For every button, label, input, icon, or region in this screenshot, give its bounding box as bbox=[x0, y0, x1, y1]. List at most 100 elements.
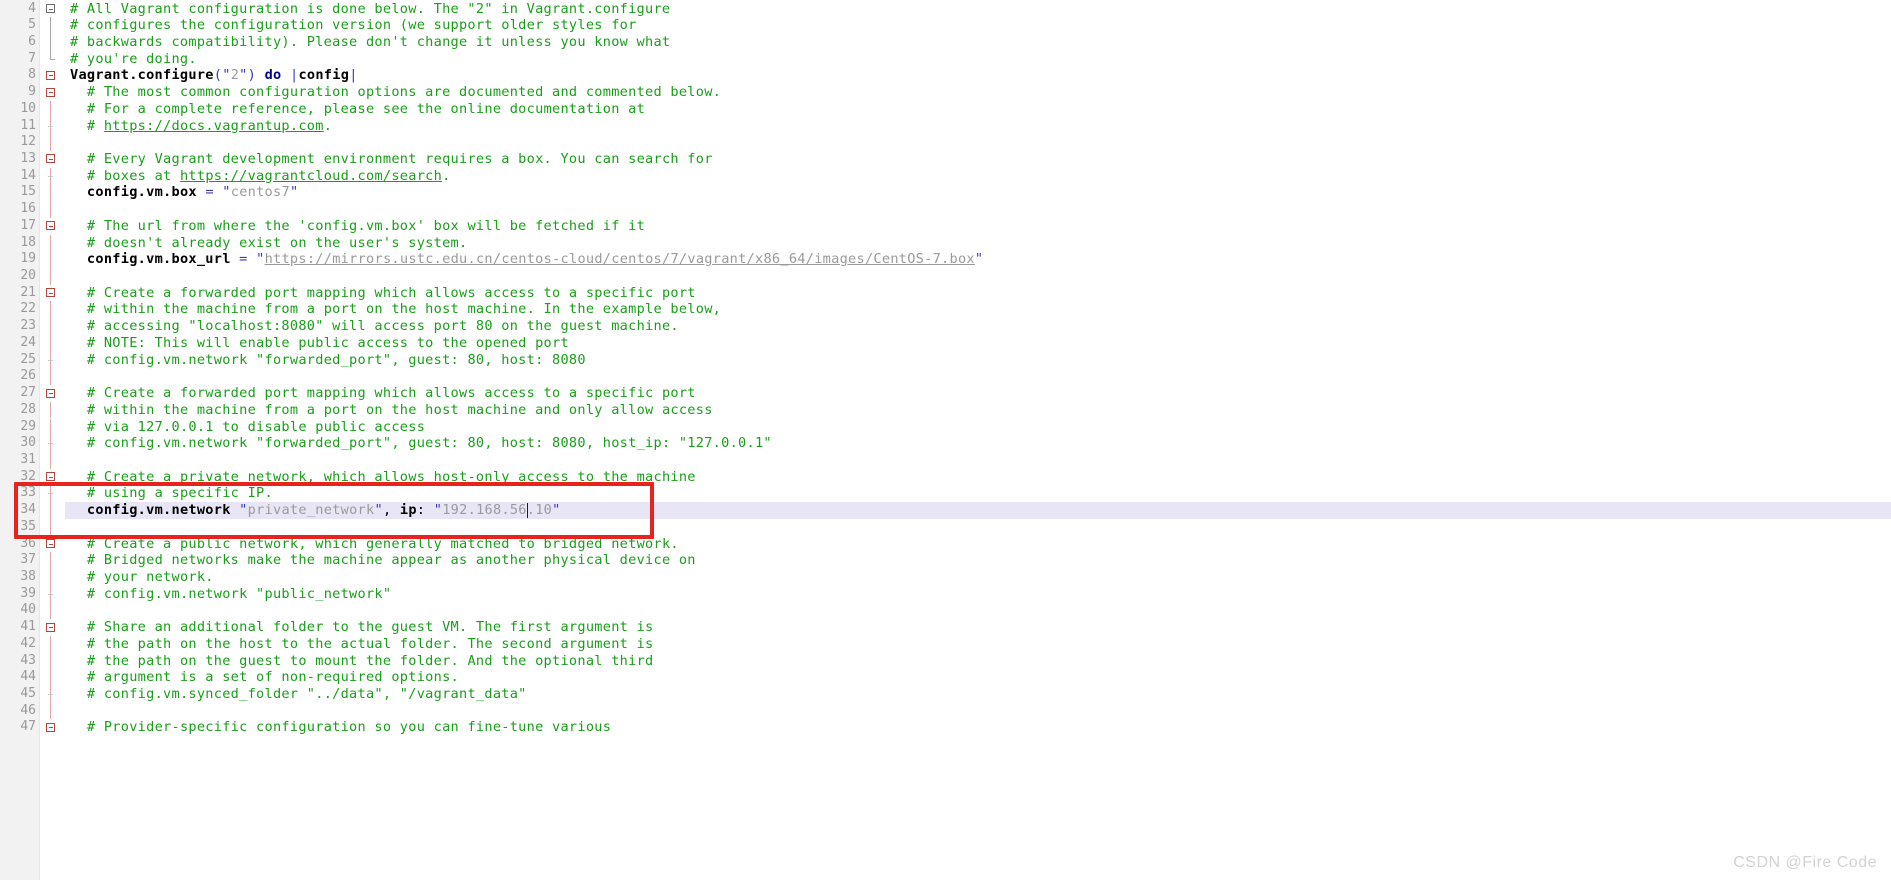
code-line[interactable]: 15 config.vm.box = "centos7" bbox=[0, 184, 1891, 202]
fold-marker[interactable] bbox=[42, 552, 64, 569]
code-text[interactable]: # Every Vagrant development environment … bbox=[70, 151, 713, 168]
code-lines-container[interactable]: 4 # All Vagrant configuration is done bel… bbox=[0, 0, 1891, 736]
fold-marker[interactable] bbox=[42, 602, 64, 620]
code-text[interactable]: # argument is a set of non-required opti… bbox=[70, 669, 459, 686]
code-text[interactable]: # NOTE: This will enable public access t… bbox=[70, 335, 569, 352]
code-line[interactable]: 10 # For a complete reference, please se… bbox=[0, 100, 1891, 118]
code-text[interactable]: # accessing "localhost:8080" will access… bbox=[70, 318, 679, 335]
fold-toggle-icon[interactable] bbox=[46, 87, 55, 97]
code-line[interactable]: 14 # boxes at https://vagrantcloud.com/s… bbox=[0, 167, 1891, 185]
code-line[interactable]: 11 # https://docs.vagrantup.com. bbox=[0, 117, 1891, 135]
code-text[interactable]: # config.vm.network "public_network" bbox=[70, 586, 391, 603]
code-text[interactable]: # Provider-specific configuration so you… bbox=[70, 719, 611, 736]
code-text[interactable]: # Bridged networks make the machine appe… bbox=[70, 552, 696, 569]
code-text[interactable]: # Create a private network, which allows… bbox=[70, 469, 696, 486]
code-line[interactable]: 40 bbox=[0, 602, 1891, 620]
code-line[interactable]: 23 # accessing "localhost:8080" will acc… bbox=[0, 318, 1891, 335]
fold-toggle-icon[interactable] bbox=[46, 4, 55, 13]
code-line[interactable]: 39 # config.vm.network "public_network" bbox=[0, 585, 1891, 603]
fold-marker[interactable] bbox=[42, 619, 64, 636]
code-line[interactable]: 16 bbox=[0, 201, 1891, 218]
fold-marker[interactable] bbox=[42, 33, 64, 51]
code-line[interactable]: 7 # you're doing. bbox=[0, 50, 1891, 68]
fold-marker[interactable] bbox=[42, 17, 64, 34]
fold-toggle-icon[interactable] bbox=[46, 472, 55, 482]
fold-marker[interactable] bbox=[42, 234, 64, 252]
code-line[interactable]: 41 # Share an additional folder to the g… bbox=[0, 619, 1891, 636]
code-text[interactable]: # Share an additional folder to the gues… bbox=[70, 619, 653, 636]
fold-marker[interactable] bbox=[42, 334, 64, 352]
code-line[interactable]: 26 bbox=[0, 368, 1891, 386]
code-text[interactable]: # config.vm.synced_folder "../data", "/v… bbox=[70, 686, 527, 703]
fold-marker[interactable] bbox=[42, 301, 64, 319]
code-line[interactable]: 4 # All Vagrant configuration is done bel… bbox=[0, 1, 1891, 18]
fold-marker[interactable] bbox=[42, 318, 64, 335]
code-line[interactable]: 43 # the path on the guest to mount the … bbox=[0, 652, 1891, 670]
fold-toggle-icon[interactable] bbox=[46, 221, 55, 231]
fold-marker[interactable] bbox=[42, 502, 64, 519]
fold-toggle-icon[interactable] bbox=[46, 622, 55, 632]
code-line[interactable]: 30 # config.vm.network "forwarded_port",… bbox=[0, 435, 1891, 452]
fold-marker[interactable] bbox=[42, 67, 64, 84]
code-line[interactable]: 9 # The most common configuration option… bbox=[0, 84, 1891, 101]
fold-marker[interactable] bbox=[42, 368, 64, 386]
code-text[interactable]: Vagrant.configure("2") do |config| bbox=[70, 67, 358, 84]
code-text[interactable]: # boxes at https://vagrantcloud.com/sear… bbox=[70, 168, 451, 185]
fold-toggle-icon[interactable] bbox=[46, 154, 55, 164]
code-text[interactable]: # Create a forwarded port mapping which … bbox=[70, 385, 696, 402]
fold-marker[interactable] bbox=[42, 669, 64, 686]
code-text[interactable]: # config.vm.network "forwarded_port", gu… bbox=[70, 352, 586, 369]
fold-marker[interactable] bbox=[42, 451, 64, 469]
code-text[interactable]: # For a complete reference, please see t… bbox=[70, 101, 645, 118]
code-text[interactable]: # the path on the host to the actual fol… bbox=[70, 636, 653, 653]
code-text[interactable]: # doesn't already exist on the user's sy… bbox=[70, 235, 467, 252]
code-line[interactable]: 19 config.vm.box_url = "https://mirrors.… bbox=[0, 251, 1891, 268]
fold-marker[interactable] bbox=[42, 285, 64, 302]
fold-marker[interactable] bbox=[42, 151, 64, 168]
fold-marker[interactable] bbox=[42, 84, 64, 101]
code-text[interactable]: # The most common configuration options … bbox=[70, 84, 721, 101]
code-line[interactable]: 44 # argument is a set of non-required o… bbox=[0, 669, 1891, 686]
code-line[interactable]: 34 config.vm.network "private_network", … bbox=[0, 502, 1891, 519]
code-line[interactable]: 32 # Create a private network, which all… bbox=[0, 469, 1891, 486]
code-line[interactable]: 46 bbox=[0, 702, 1891, 720]
code-text[interactable]: config.vm.box_url = "https://mirrors.ust… bbox=[70, 251, 983, 268]
code-text[interactable]: # Create a forwarded port mapping which … bbox=[70, 285, 696, 302]
code-line[interactable]: 45 # config.vm.synced_folder "../data", … bbox=[0, 686, 1891, 703]
code-line[interactable]: 25 # config.vm.network "forwarded_port",… bbox=[0, 351, 1891, 369]
fold-marker[interactable] bbox=[42, 134, 64, 151]
code-text[interactable]: config.vm.network "private_network", ip:… bbox=[70, 502, 561, 519]
code-line[interactable]: 28 # within the machine from a port on t… bbox=[0, 401, 1891, 419]
fold-marker[interactable] bbox=[42, 218, 64, 235]
fold-marker[interactable] bbox=[42, 568, 64, 586]
code-line[interactable]: 8 Vagrant.configure("2") do |config| bbox=[0, 67, 1891, 84]
code-line[interactable]: 18 # doesn't already exist on the user's… bbox=[0, 234, 1891, 252]
code-text[interactable]: # configures the configuration version (… bbox=[70, 17, 637, 34]
code-text[interactable]: # within the machine from a port on the … bbox=[70, 402, 713, 419]
fold-marker[interactable] bbox=[42, 435, 64, 452]
fold-marker[interactable] bbox=[42, 401, 64, 419]
code-line[interactable]: 24 # NOTE: This will enable public acces… bbox=[0, 334, 1891, 352]
code-text[interactable]: # The url from where the 'config.vm.box'… bbox=[70, 218, 645, 235]
code-line[interactable]: 31 bbox=[0, 451, 1891, 469]
fold-marker[interactable] bbox=[42, 686, 64, 703]
fold-marker[interactable] bbox=[42, 719, 64, 736]
fold-marker[interactable] bbox=[42, 585, 64, 603]
fold-marker[interactable] bbox=[42, 635, 64, 653]
code-line[interactable]: 12 bbox=[0, 134, 1891, 151]
code-line[interactable]: 22 # within the machine from a port on t… bbox=[0, 301, 1891, 319]
code-text[interactable]: # backwards compatibility). Please don't… bbox=[70, 34, 670, 51]
fold-marker[interactable] bbox=[42, 702, 64, 720]
code-line[interactable]: 17 # The url from where the 'config.vm.b… bbox=[0, 218, 1891, 235]
fold-marker[interactable] bbox=[42, 1, 64, 18]
fold-toggle-icon[interactable] bbox=[46, 70, 55, 80]
fold-marker[interactable] bbox=[42, 485, 64, 503]
code-text[interactable]: # config.vm.network "forwarded_port", gu… bbox=[70, 435, 772, 452]
code-line[interactable]: 13 # Every Vagrant development environme… bbox=[0, 151, 1891, 168]
fold-marker[interactable] bbox=[42, 351, 64, 369]
fold-marker[interactable] bbox=[42, 469, 64, 486]
code-text[interactable]: # within the machine from a port on the … bbox=[70, 301, 721, 318]
code-line[interactable]: 33 # using a specific IP. bbox=[0, 485, 1891, 503]
fold-toggle-icon[interactable] bbox=[46, 388, 55, 398]
code-text[interactable]: # using a specific IP. bbox=[70, 485, 273, 502]
